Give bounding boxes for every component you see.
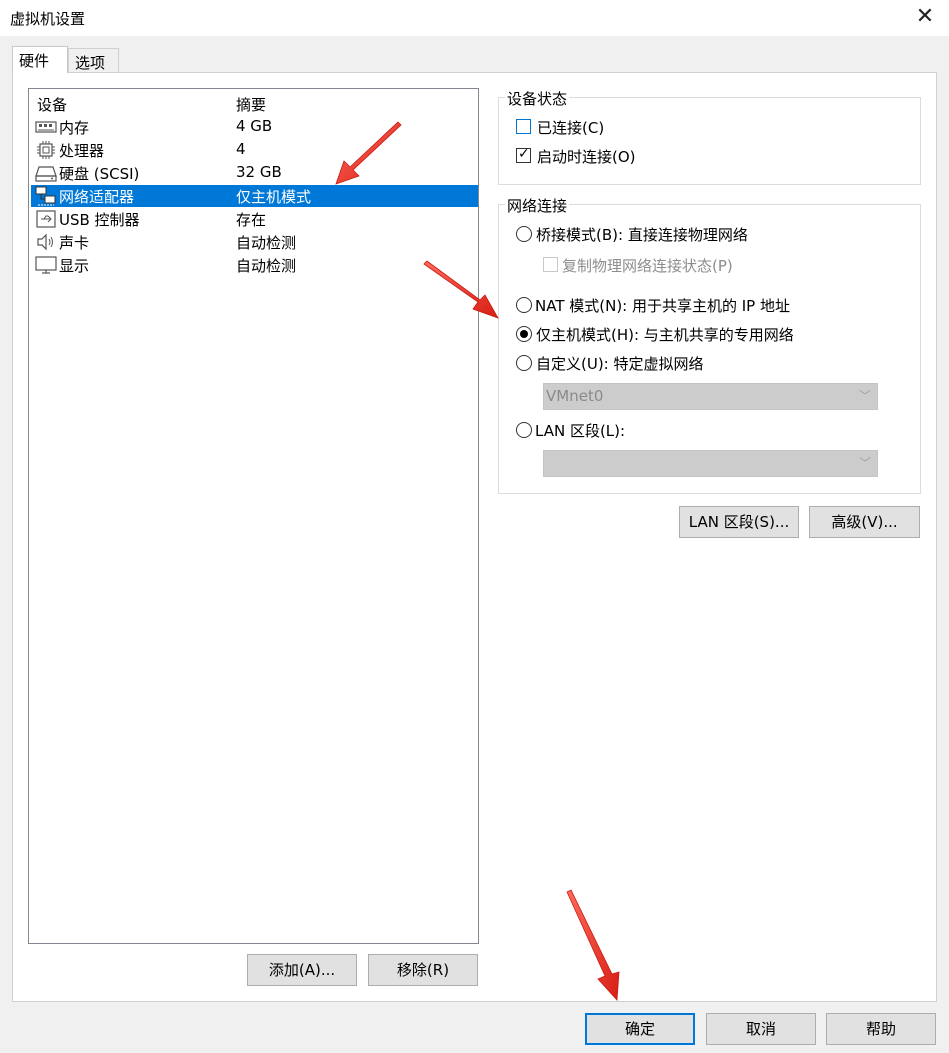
- device-summary: 自动检测: [236, 257, 297, 275]
- bridged-label[interactable]: 桥接模式(B): 直接连接物理网络: [536, 224, 748, 245]
- memory-icon: [35, 121, 57, 133]
- replicate-state-checkbox[interactable]: [543, 257, 558, 272]
- window-title: 虚拟机设置: [10, 10, 86, 28]
- chevron-down-icon: ﹀: [858, 389, 871, 403]
- device-row-usb[interactable]: USB 控制器 存在: [31, 208, 478, 230]
- connected-checkbox[interactable]: [516, 119, 531, 134]
- device-row-processor[interactable]: 处理器 4: [31, 139, 478, 161]
- connect-at-power-on-label[interactable]: 启动时连接(O): [537, 146, 636, 167]
- help-button[interactable]: 帮助: [826, 1013, 936, 1045]
- replicate-state-label[interactable]: 复制物理网络连接状态(P): [562, 255, 733, 276]
- processor-icon: [37, 141, 55, 159]
- device-row-memory[interactable]: 内存 4 GB: [31, 116, 478, 138]
- custom-network-select[interactable]: VMnet0 ﹀: [543, 383, 878, 410]
- device-row-hard-disk[interactable]: 硬盘 (SCSI) 32 GB: [31, 162, 478, 184]
- device-name: 声卡: [59, 234, 90, 252]
- network-adapter-icon: [35, 186, 56, 206]
- tab-hardware[interactable]: 硬件: [12, 46, 68, 73]
- device-summary: 32 GB: [236, 163, 282, 181]
- device-name: 网络适配器: [59, 188, 135, 206]
- device-name: USB 控制器: [59, 211, 140, 229]
- bridged-radio[interactable]: [516, 226, 532, 242]
- host-only-label[interactable]: 仅主机模式(H): 与主机共享的专用网络: [536, 324, 794, 345]
- device-summary: 存在: [236, 211, 267, 229]
- nat-label[interactable]: NAT 模式(N): 用于共享主机的 IP 地址: [535, 295, 790, 316]
- device-summary: 4 GB: [236, 117, 273, 135]
- tab-options[interactable]: 选项: [68, 48, 119, 72]
- advanced-button[interactable]: 高级(V)...: [809, 506, 920, 538]
- remove-device-button[interactable]: 移除(R): [368, 954, 478, 986]
- display-icon: [35, 256, 57, 274]
- connect-at-power-on-checkbox[interactable]: ✓: [516, 146, 531, 163]
- lan-segments-button[interactable]: LAN 区段(S)...: [679, 506, 799, 538]
- device-row-sound[interactable]: 声卡 自动检测: [31, 231, 478, 253]
- connected-label[interactable]: 已连接(C): [537, 117, 604, 138]
- device-column-header[interactable]: 设备: [37, 94, 67, 115]
- checkmark-icon: ✓: [518, 146, 530, 162]
- device-summary: 4: [236, 140, 246, 158]
- title-bar: 虚拟机设置 ✕: [0, 0, 949, 36]
- add-device-button[interactable]: 添加(A)...: [247, 954, 357, 986]
- lan-segment-label[interactable]: LAN 区段(L):: [535, 420, 625, 441]
- device-summary: 仅主机模式: [236, 188, 312, 206]
- hard-disk-icon: [35, 166, 57, 182]
- custom-network-value: VMnet0: [546, 387, 604, 405]
- cancel-button[interactable]: 取消: [706, 1013, 816, 1045]
- device-status-group: [498, 97, 921, 185]
- device-list[interactable]: 设备 摘要 内存 4 GB 处理器 4 硬盘 (SCSI) 32 GB 网络适配…: [28, 88, 479, 944]
- custom-label[interactable]: 自定义(U): 特定虚拟网络: [536, 353, 704, 374]
- device-name: 硬盘 (SCSI): [59, 165, 140, 183]
- custom-radio[interactable]: [516, 355, 532, 371]
- radio-selected-dot: [520, 330, 528, 338]
- lan-segment-radio[interactable]: [516, 422, 532, 438]
- device-name: 内存: [59, 119, 90, 137]
- host-only-radio[interactable]: [516, 326, 532, 342]
- lan-segment-select[interactable]: ﹀: [543, 450, 878, 477]
- sound-icon: [37, 233, 53, 251]
- device-status-label: 设备状态: [505, 88, 570, 109]
- device-name: 显示: [59, 257, 90, 275]
- chevron-down-icon: ﹀: [858, 456, 871, 470]
- ok-button[interactable]: 确定: [585, 1013, 695, 1045]
- device-summary: 自动检测: [236, 234, 297, 252]
- device-row-network-adapter[interactable]: 网络适配器 仅主机模式: [31, 185, 478, 207]
- close-icon[interactable]: ✕: [911, 4, 939, 32]
- usb-icon: [36, 210, 56, 228]
- nat-radio[interactable]: [516, 297, 532, 313]
- summary-column-header[interactable]: 摘要: [236, 94, 266, 115]
- device-row-display[interactable]: 显示 自动检测: [31, 254, 478, 276]
- device-name: 处理器: [59, 142, 105, 160]
- network-connection-label: 网络连接: [505, 195, 570, 216]
